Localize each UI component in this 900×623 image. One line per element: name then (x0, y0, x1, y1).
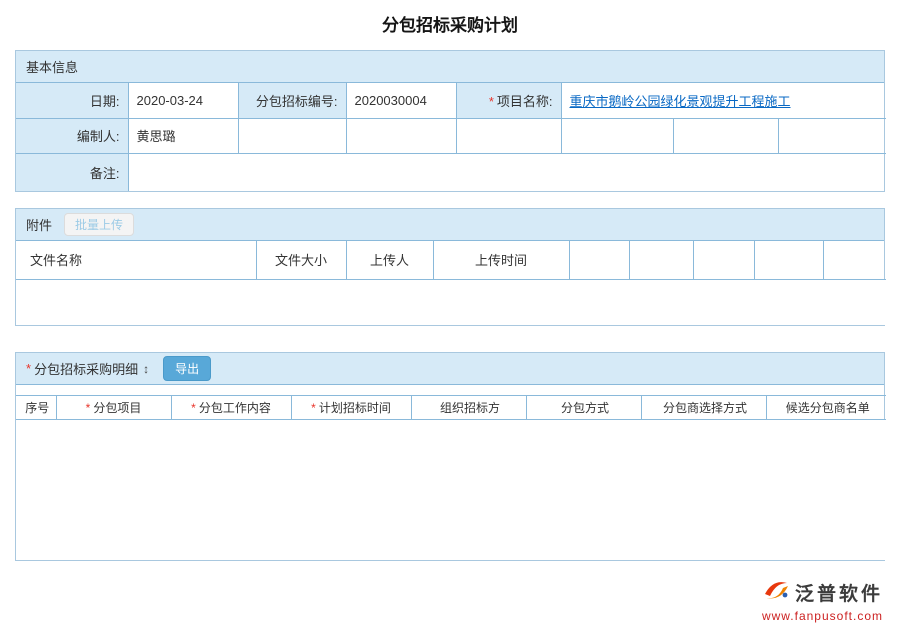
sort-icon[interactable]: ↕ (143, 362, 149, 376)
basic-info-table: 日期: 2020-03-24 分包招标编号: 2020030004 *项目名称:… (16, 83, 886, 191)
fanpu-logo-icon (762, 577, 790, 608)
column-header-file-name: 文件名称 (16, 241, 256, 279)
details-table: 序号 *分包项目 *分包工作内容 *计划招标时间 组织招标方 分包方式 分包商选… (16, 395, 886, 560)
project-name-cell: 重庆市鹅岭公园绿化景观提升工程施工 (561, 83, 886, 118)
date-label: 日期: (16, 83, 128, 118)
column-header-work-content: *分包工作内容 (171, 396, 291, 420)
details-section: * 分包招标采购明细 ↕ 导出 序号 *分包项目 *分包工作内容 *计划招标时间… (15, 352, 885, 561)
compiler-value: 黄思璐 (128, 118, 238, 153)
empty-cell (16, 279, 886, 325)
brand-name: 泛普软件 (795, 579, 883, 606)
empty-cell (16, 420, 886, 560)
export-button[interactable]: 导出 (163, 356, 211, 381)
column-header-uploader: 上传人 (346, 241, 433, 279)
column-header-subcontract-item: *分包项目 (56, 396, 171, 420)
attachments-table: 文件名称 文件大小 上传人 上传时间 (16, 241, 886, 325)
column-header-candidate-list: 候选分包商名单 (766, 396, 886, 420)
empty-cell (238, 118, 346, 153)
attachments-empty-body (16, 279, 886, 325)
attachments-header: 附件 批量上传 (16, 209, 884, 241)
details-empty-body (16, 420, 886, 560)
bid-number-value: 2020030004 (346, 83, 456, 118)
empty-cell (673, 118, 778, 153)
table-row: 日期: 2020-03-24 分包招标编号: 2020030004 *项目名称:… (16, 83, 886, 118)
column-header-planned-bid-time: *计划招标时间 (291, 396, 411, 420)
attachments-section: 附件 批量上传 文件名称 文件大小 上传人 上传时间 (15, 208, 885, 326)
remark-label: 备注: (16, 153, 128, 191)
details-header-row: 序号 *分包项目 *分包工作内容 *计划招标时间 组织招标方 分包方式 分包商选… (16, 396, 886, 420)
column-header-empty (754, 241, 823, 279)
empty-cell (346, 118, 456, 153)
basic-info-header: 基本信息 (16, 51, 884, 83)
column-header-upload-time: 上传时间 (433, 241, 569, 279)
basic-info-section: 基本信息 日期: 2020-03-24 分包招标编号: 2020030004 *… (15, 50, 885, 192)
basic-info-header-label: 基本信息 (26, 57, 78, 76)
spacer (16, 385, 884, 395)
attachments-header-label: 附件 (26, 215, 52, 234)
empty-cell (778, 118, 886, 153)
details-header-label: 分包招标采购明细 (34, 359, 138, 378)
bid-number-label: 分包招标编号: (238, 83, 346, 118)
column-header-file-size: 文件大小 (256, 241, 346, 279)
required-mark: * (489, 94, 494, 109)
project-name-link[interactable]: 重庆市鹅岭公园绿化景观提升工程施工 (570, 94, 791, 109)
column-header-subcontract-method: 分包方式 (526, 396, 641, 420)
column-header-empty (629, 241, 693, 279)
table-row: 备注: (16, 153, 886, 191)
column-header-organizer: 组织招标方 (411, 396, 526, 420)
page: 分包招标采购计划 基本信息 日期: 2020-03-24 分包招标编号: 202… (0, 0, 900, 623)
remark-value (128, 153, 886, 191)
page-title: 分包招标采购计划 (15, 0, 885, 50)
brand-website: www.fanpusoft.com (762, 609, 883, 623)
compiler-label: 编制人: (16, 118, 128, 153)
details-header: * 分包招标采购明细 ↕ 导出 (16, 353, 884, 385)
date-value: 2020-03-24 (128, 83, 238, 118)
empty-cell (561, 118, 673, 153)
empty-cell (456, 118, 561, 153)
table-row: 编制人: 黄思璐 (16, 118, 886, 153)
project-name-label: *项目名称: (456, 83, 561, 118)
required-mark: * (26, 361, 31, 376)
column-header-selection-method: 分包商选择方式 (641, 396, 766, 420)
column-header-empty (569, 241, 629, 279)
column-header-seq: 序号 (16, 396, 56, 420)
batch-upload-button[interactable]: 批量上传 (64, 213, 134, 236)
column-header-empty (823, 241, 886, 279)
column-header-empty (693, 241, 754, 279)
attachments-header-row: 文件名称 文件大小 上传人 上传时间 (16, 241, 886, 279)
